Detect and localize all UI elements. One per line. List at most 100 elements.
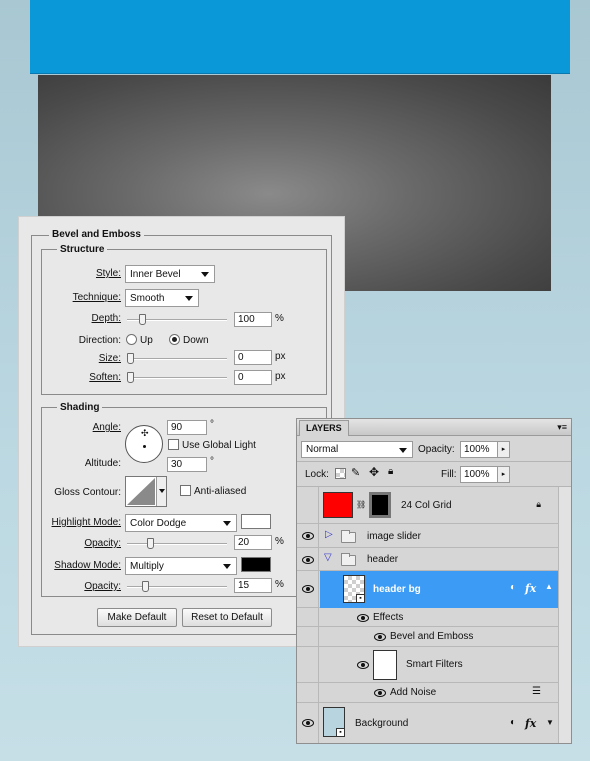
layer-opacity-input[interactable]: 100% [460,441,498,458]
direction-up-radio[interactable] [126,334,137,345]
eye-icon[interactable] [357,661,369,669]
visibility-spacer [297,647,319,682]
layer-name: header bg [373,584,421,595]
tab-layers[interactable]: LAYERS [299,420,349,436]
layer-row-image-slider[interactable]: ▷ image slider [297,524,571,548]
fx-icon[interactable]: fx [525,717,536,730]
fill-slider-button[interactable]: ▸ [497,466,510,483]
eye-icon[interactable] [374,633,386,641]
altitude-unit: ° [210,456,214,467]
collapse-effects-icon[interactable]: ▲ [545,582,553,591]
shadow-mode-select[interactable]: Multiply [125,557,237,575]
layer-name: Background [355,718,409,729]
smart-filter-icon: ◐ [510,582,517,593]
blend-opacity-row: Normal Opacity: 100% ▸ [297,437,571,462]
lock-all-icon[interactable]: 🔒︎ [388,466,393,477]
shadow-opacity-unit: % [275,579,284,590]
visibility-toggle[interactable] [297,548,319,570]
depth-input[interactable]: 100 [234,312,272,327]
smart-object-icon: ▪ [336,728,345,737]
size-slider[interactable] [127,353,227,364]
soften-slider-thumb[interactable] [127,372,134,383]
angle-dial[interactable]: ✣ [125,425,163,463]
shadow-opacity-thumb[interactable] [142,581,149,592]
technique-select[interactable]: Smooth [125,289,199,307]
lock-pixels-brush-icon[interactable]: ✎ [351,466,360,479]
highlight-opacity-slider[interactable] [127,538,227,549]
global-light-checkbox[interactable] [168,439,179,450]
smart-filter-icon: ◐ [510,717,517,728]
add-noise-filter-row[interactable]: Add Noise ☰ [297,683,571,703]
eye-icon [302,556,314,564]
bevel-emboss-effect-row[interactable]: Bevel and Emboss [297,627,571,647]
effects-label: Effects [373,612,404,623]
fx-icon[interactable]: fx [525,582,536,595]
smart-object-icon: ▪ [356,594,365,603]
depth-label: Depth: [91,313,121,324]
eye-icon [302,719,314,727]
visibility-toggle[interactable] [297,571,319,607]
highlight-opacity-input[interactable]: 20 [234,535,272,550]
filter-blending-options-icon[interactable]: ☰ [532,686,541,697]
chevron-down-icon [185,296,193,301]
altitude-input[interactable]: 30 [167,457,207,472]
direction-down-radio[interactable] [169,334,180,345]
panel-menu-icon[interactable]: ▾≡ [557,422,567,433]
smart-filters-row[interactable]: Smart Filters [297,647,571,683]
layer-row-header[interactable]: ▽ header [297,548,571,571]
style-select[interactable]: Inner Bevel [125,265,215,283]
angle-input[interactable]: 90 [167,420,207,435]
eye-icon[interactable] [357,614,369,622]
collapse-arrow-icon[interactable]: ▽ [324,552,332,563]
eye-icon[interactable] [374,689,386,697]
visibility-toggle-empty[interactable] [297,487,319,523]
layers-scrollbar[interactable] [558,487,571,743]
chevron-down-icon [201,272,209,277]
technique-select-value: Smooth [130,293,165,304]
size-slider-thumb[interactable] [127,353,134,364]
effects-row[interactable]: Effects [297,608,571,627]
layer-name: header [367,554,399,565]
layer-name: image slider [367,531,421,542]
highlight-color-swatch[interactable] [241,514,271,529]
anti-aliased-checkbox[interactable] [180,485,191,496]
shadow-opacity-slider[interactable] [127,581,227,592]
smart-filter-mask-thumbnail [373,650,397,680]
highlight-opacity-thumb[interactable] [147,538,154,549]
shadow-opacity-input[interactable]: 15 [234,578,272,593]
expand-arrow-icon[interactable]: ▷ [325,529,333,540]
add-noise-label: Add Noise [390,687,437,698]
direction-down-label: Down [183,335,209,346]
contour-dropdown[interactable] [156,477,166,506]
visibility-toggle[interactable] [297,524,319,547]
lock-transparency-icon[interactable] [335,468,346,479]
visibility-toggle[interactable] [297,703,319,743]
visibility-spacer [297,683,319,702]
soften-slider[interactable] [127,372,227,383]
direction-label: Direction: [78,335,121,346]
shading-title: Shading [57,402,103,413]
altitude-label: Altitude: [84,458,121,469]
layer-row-background[interactable]: ▪ Background ◐ fx ▼ [297,703,571,743]
soften-input[interactable]: 0 [234,370,272,385]
expand-effects-icon[interactable]: ▼ [546,718,554,727]
eye-icon [302,585,314,593]
depth-slider-thumb[interactable] [139,314,146,325]
shadow-mode-label: Shadow Mode: [54,560,121,571]
opacity-slider-button[interactable]: ▸ [497,441,510,458]
lock-position-move-icon[interactable]: ✥ [369,465,379,479]
depth-slider[interactable] [127,314,227,325]
link-chain-icon: ⛓ [356,500,367,509]
shadow-color-swatch[interactable] [241,557,271,572]
blend-mode-select[interactable]: Normal [301,441,413,458]
anti-aliased-label: Anti-aliased [194,486,247,497]
gloss-contour-picker[interactable] [125,476,167,507]
layer-row-header-bg[interactable]: ▪ header bg ◐ fx ▲ [297,571,571,608]
size-input[interactable]: 0 [234,350,272,365]
layer-fill-input[interactable]: 100% [460,466,498,483]
highlight-mode-select[interactable]: Color Dodge [125,514,237,532]
reset-to-default-button[interactable]: Reset to Default [182,608,272,627]
make-default-button[interactable]: Make Default [97,608,177,627]
fill-label: Fill: [441,469,457,480]
layer-row-24-col-grid[interactable]: ⛓ 24 Col Grid 🔒︎ [297,487,571,524]
